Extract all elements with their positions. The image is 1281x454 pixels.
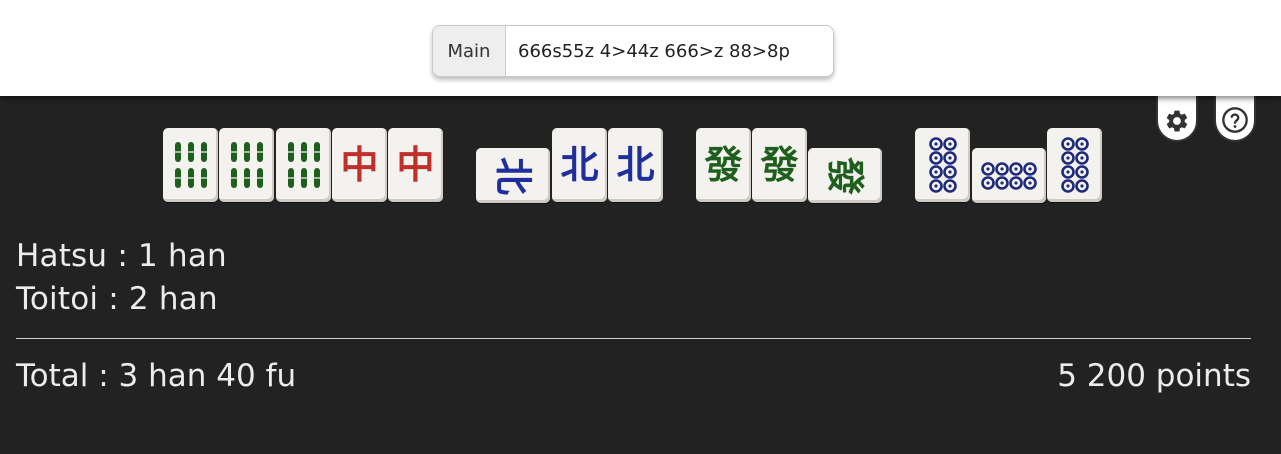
- points-value: 5 200 points: [1057, 358, 1251, 394]
- input-label: Main: [433, 26, 506, 76]
- question-icon: [1222, 107, 1248, 133]
- hand-tiles: 中 中 北 北 北 發 發 發: [0, 128, 1281, 204]
- hand-input-group: Main: [432, 25, 834, 77]
- top-bar: Main: [0, 0, 1281, 96]
- hand-input[interactable]: [506, 26, 833, 76]
- tile-green-dragon: 發: [696, 128, 751, 202]
- gear-icon: [1166, 110, 1188, 132]
- yaku-line: Toitoi : 2 han: [16, 281, 218, 317]
- tile-green-dragon: 發: [752, 128, 807, 202]
- tile-6-sou: [163, 128, 218, 202]
- tile-north-wind: 北: [608, 128, 663, 202]
- tile-red-dragon: 中: [332, 128, 387, 202]
- tile-red-dragon: 中: [388, 128, 443, 202]
- tile-6-sou: [219, 128, 274, 202]
- help-button[interactable]: [1214, 88, 1256, 142]
- total-han-fu: Total : 3 han 40 fu: [16, 358, 297, 394]
- tile-north-wind-called: 北: [476, 148, 550, 203]
- tile-8-pin-called: [972, 148, 1046, 203]
- tile-green-dragon-called: 發: [808, 148, 882, 203]
- tile-north-wind: 北: [552, 128, 607, 202]
- tile-8-pin: [915, 128, 970, 202]
- divider: [16, 338, 1251, 339]
- tile-8-pin: [1047, 128, 1102, 202]
- settings-button[interactable]: [1156, 88, 1198, 142]
- yaku-line: Hatsu : 1 han: [16, 238, 227, 274]
- tile-6-sou: [276, 128, 331, 202]
